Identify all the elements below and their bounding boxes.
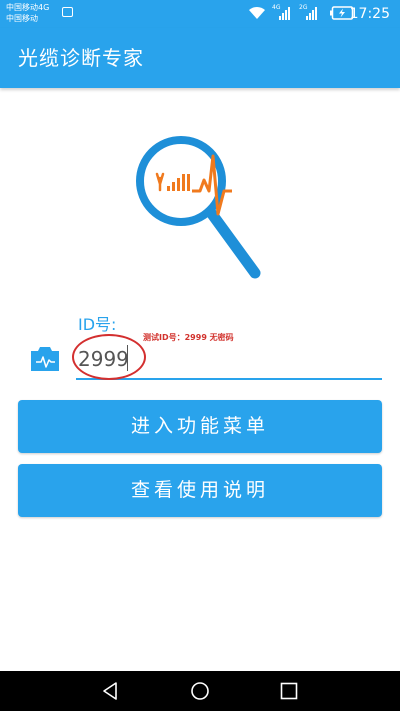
status-time: 17:25 bbox=[349, 6, 390, 22]
view-instructions-button[interactable]: 查看使用说明 bbox=[18, 464, 382, 517]
carrier-secondary: 中国移动 bbox=[6, 14, 38, 23]
app-logo bbox=[136, 136, 261, 279]
signal-icon bbox=[306, 7, 317, 20]
home-icon[interactable] bbox=[190, 681, 210, 701]
back-icon[interactable] bbox=[101, 681, 121, 701]
carrier-primary: 中国移动4G bbox=[6, 3, 50, 12]
enter-menu-button[interactable]: 进入功能菜单 bbox=[18, 400, 382, 453]
id-input[interactable] bbox=[76, 340, 382, 380]
signal-icon bbox=[279, 7, 290, 20]
navigation-bar bbox=[0, 671, 400, 711]
sim-icon bbox=[62, 7, 73, 17]
status-bar: 中国移动4G 中国移动 4G 2G 17:25 bbox=[0, 0, 400, 28]
text-caret bbox=[127, 345, 128, 371]
recent-apps-icon[interactable] bbox=[279, 681, 299, 701]
app-bar: 光缆诊断专家 bbox=[0, 28, 400, 88]
id-label: ID号: bbox=[78, 315, 117, 334]
screen: 中国移动4G 中国移动 4G 2G 17:25 光缆诊断专家 ID号: 测试ID… bbox=[0, 0, 400, 711]
camera-icon[interactable] bbox=[29, 344, 61, 374]
wifi-icon bbox=[249, 6, 265, 19]
app-title: 光缆诊断专家 bbox=[18, 46, 144, 70]
